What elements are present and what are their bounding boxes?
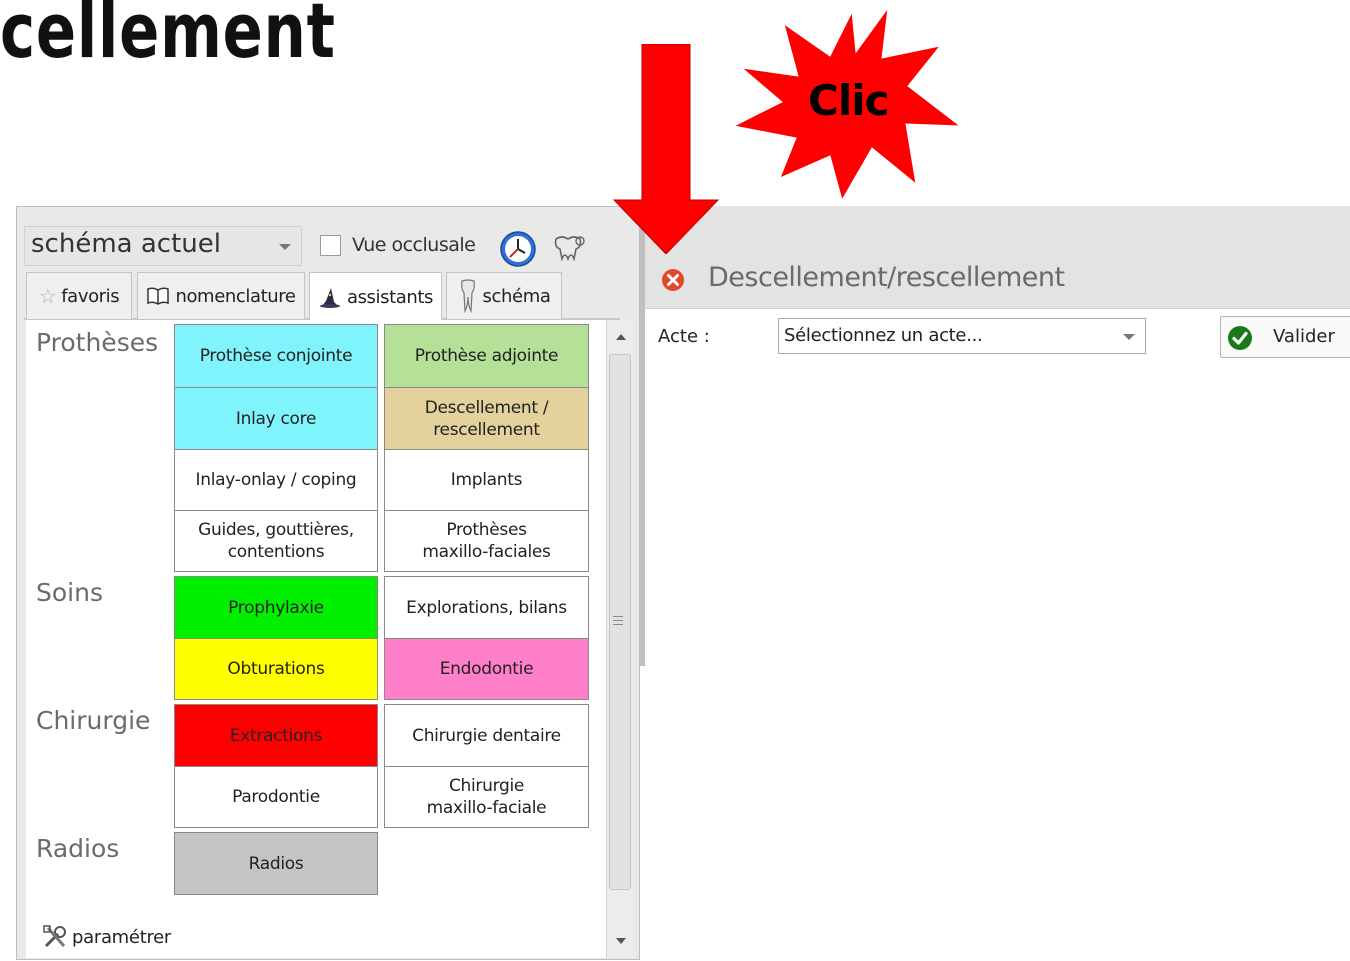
schema-select-value: schéma actuel xyxy=(31,229,221,259)
tab-favoris[interactable]: ☆ favoris xyxy=(26,272,132,320)
protheses-maxillo-label-line2: maxillo-faciales xyxy=(422,542,551,562)
obturations-button[interactable]: Obturations xyxy=(174,638,378,700)
dialog-body xyxy=(645,308,1350,961)
scrollbar-grip xyxy=(613,616,623,628)
scroll-up-icon[interactable] xyxy=(616,334,626,340)
parodontie-label: Parodontie xyxy=(232,787,320,807)
extractions-button[interactable]: Extractions xyxy=(174,704,378,767)
explorations-label: Explorations, bilans xyxy=(406,597,567,618)
protheses-maxillo-button[interactable]: Prothèses maxillo-faciales xyxy=(384,510,589,572)
tab-assistants[interactable]: assistants xyxy=(309,272,442,321)
valider-button[interactable]: Valider xyxy=(1220,316,1350,358)
tab-schema-label: schéma xyxy=(482,285,551,307)
tab-nomenclature-label: nomenclature xyxy=(175,285,296,307)
chevron-down-icon xyxy=(279,244,291,250)
clic-label: Clic xyxy=(808,76,890,125)
parodontie-button[interactable]: Parodontie xyxy=(174,766,378,828)
red-down-arrow xyxy=(612,44,720,254)
tooth-icon xyxy=(460,279,475,313)
schema-select[interactable]: schéma actuel xyxy=(24,226,302,266)
extractions-label: Extractions xyxy=(229,725,323,746)
prothese-conjointe-button[interactable]: Prothèse conjointe xyxy=(174,324,378,388)
category-soins: Soins xyxy=(36,578,103,607)
prothese-adjointe-label: Prothèse adjointe xyxy=(414,346,559,366)
inlay-core-button[interactable]: Inlay core xyxy=(174,387,378,450)
explorations-button[interactable]: Explorations, bilans xyxy=(384,576,589,639)
obturations-label: Obturations xyxy=(227,659,325,679)
prophylaxie-button[interactable]: Prophylaxie xyxy=(174,576,378,639)
acte-select[interactable]: Sélectionnez un acte... xyxy=(778,318,1146,354)
clock-icon[interactable] xyxy=(498,229,538,269)
page-title: cellement xyxy=(0,0,336,75)
chevron-down-icon xyxy=(1123,334,1135,340)
book-icon xyxy=(147,287,170,305)
valider-label: Valider xyxy=(1273,326,1335,347)
protheses-maxillo-label-line1: Prothèses xyxy=(446,520,527,540)
descellement-button[interactable]: Descellement / rescellement xyxy=(384,387,589,450)
radios-label: Radios xyxy=(248,853,304,874)
category-radios: Radios xyxy=(36,834,120,863)
acte-select-value: Sélectionnez un acte... xyxy=(784,325,983,346)
chirurgie-maxillo-label-line2: maxillo-faciale xyxy=(426,798,547,818)
scroll-down-icon[interactable] xyxy=(616,938,626,944)
prothese-conjointe-label: Prothèse conjointe xyxy=(199,346,353,366)
category-protheses: Prothèses xyxy=(36,328,159,357)
close-icon[interactable] xyxy=(660,267,686,293)
tab-schema[interactable]: schéma xyxy=(446,272,562,320)
category-chirurgie: Chirurgie xyxy=(36,706,151,735)
inlay-onlay-button[interactable]: Inlay-onlay / coping xyxy=(174,449,378,511)
guides-label-line2: contentions xyxy=(227,542,325,562)
star-icon: ☆ xyxy=(38,284,57,308)
acte-label: Acte : xyxy=(658,326,710,347)
radios-button[interactable]: Radios xyxy=(174,832,378,895)
vue-occlusale-label: Vue occlusale xyxy=(352,234,476,256)
prophylaxie-label: Prophylaxie xyxy=(228,597,324,618)
tooth-settings-icon[interactable] xyxy=(552,233,588,261)
dialog-title: Descellement/rescellement xyxy=(708,262,1065,293)
vertical-scrollbar[interactable] xyxy=(606,320,635,958)
check-circle-icon xyxy=(1228,326,1252,350)
endodontie-button[interactable]: Endodontie xyxy=(384,638,589,700)
guides-label-line1: Guides, gouttières, xyxy=(198,520,354,540)
endodontie-label: Endodontie xyxy=(439,659,534,679)
implants-label: Implants xyxy=(450,470,523,490)
wizard-hat-icon xyxy=(319,288,340,308)
tab-favoris-label: favoris xyxy=(61,285,120,307)
tab-assistants-label: assistants xyxy=(346,286,434,308)
parametrer-button[interactable]: paramétrer xyxy=(42,924,171,950)
assistants-content: Prothèses Soins Chirurgie Radios Prothès… xyxy=(26,320,606,958)
chirurgie-maxillo-button[interactable]: Chirurgie maxillo-faciale xyxy=(384,766,589,828)
tools-icon xyxy=(43,925,66,948)
descellement-label-line2: rescellement xyxy=(433,419,540,440)
descellement-label-line1: Descellement / xyxy=(424,397,549,418)
parametrer-label: paramétrer xyxy=(72,926,172,948)
chirurgie-dentaire-button[interactable]: Chirurgie dentaire xyxy=(384,704,589,767)
inlay-onlay-label: Inlay-onlay / coping xyxy=(195,470,357,490)
chirurgie-dentaire-label: Chirurgie dentaire xyxy=(412,725,561,746)
prothese-adjointe-button[interactable]: Prothèse adjointe xyxy=(384,324,589,388)
vue-occlusale-checkbox[interactable] xyxy=(320,235,341,256)
inlay-core-label: Inlay core xyxy=(235,408,317,429)
implants-button[interactable]: Implants xyxy=(384,449,589,511)
chirurgie-maxillo-label-line1: Chirurgie xyxy=(448,776,525,796)
tab-nomenclature[interactable]: nomenclature xyxy=(137,272,305,320)
guides-button[interactable]: Guides, gouttières, contentions xyxy=(174,510,378,572)
